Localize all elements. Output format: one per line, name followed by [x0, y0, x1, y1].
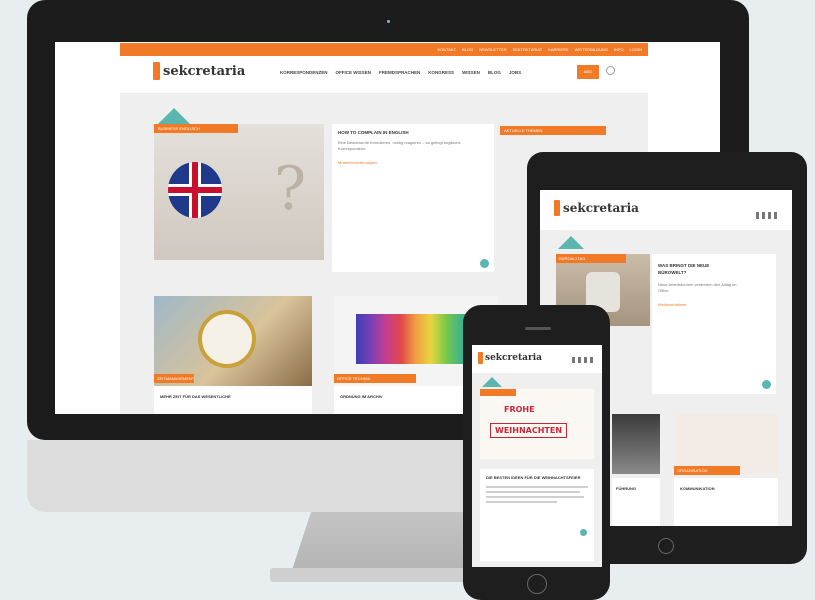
logo-icon — [478, 352, 483, 364]
nav-item[interactable]: BLOG — [488, 70, 501, 75]
nav-item[interactable]: KONGRESS — [428, 70, 454, 75]
card-tag-label: ZEITMANAGEMENT — [157, 376, 195, 381]
phone-body-lines — [480, 486, 594, 503]
imac-stand — [292, 512, 482, 570]
christmas-banner[interactable]: FROHE WEIHNACHTEN — [480, 389, 594, 459]
topbar-link[interactable]: NEWSLETTER — [479, 47, 506, 52]
logo-icon — [153, 62, 160, 80]
phone-content: FROHE WEIHNACHTEN DIE BESTEN IDEEN FÜR D… — [472, 373, 602, 567]
topbar-link[interactable]: LOGIN — [630, 47, 642, 52]
topbar-link[interactable]: WEITERBILDUNG — [575, 47, 608, 52]
site-logo[interactable]: sekcretaria — [153, 62, 245, 80]
question-mark-icon: ? — [274, 154, 307, 224]
card-caption: MEHR ZEIT FÜR DAS WESENTLICHE — [154, 386, 312, 414]
tablet-link[interactable]: Weihnachtsfeier — [658, 302, 687, 307]
uk-flag-ball — [168, 162, 222, 218]
feature-tag[interactable]: BUSINESS ENGLISCH — [154, 124, 238, 133]
tablet-logo[interactable]: sekcretaria — [554, 200, 639, 216]
abo-button[interactable]: ABO — [577, 65, 599, 79]
phone-text-card: DIE BESTEN IDEEN FÜR DIE WEIHNACHTSFEIER — [480, 469, 594, 561]
nav-item[interactable]: KORRESPONDENZEN — [280, 70, 328, 75]
tablet-tag[interactable]: BÜROALLTAG — [556, 254, 626, 263]
clock-icon — [198, 310, 256, 368]
phone-title[interactable]: DIE BESTEN IDEEN FÜR DIE WEIHNACHTSFEIER — [480, 469, 594, 483]
search-icon[interactable] — [606, 66, 615, 75]
nav-item[interactable]: JOBS — [509, 70, 521, 75]
nav-menu: KORRESPONDENZEN OFFICE WISSEN FREMDSPRAC… — [280, 70, 521, 75]
next-arrow-icon[interactable] — [480, 259, 489, 268]
tablet-home-button[interactable] — [658, 538, 674, 554]
card-title[interactable]: MEHR ZEIT FÜR DAS WESENTLICHE — [154, 386, 312, 407]
tablet-card-image[interactable] — [612, 414, 660, 474]
tablet-card-title[interactable]: KOMMUNIKATION — [674, 478, 778, 499]
phone-tag — [480, 389, 516, 396]
phone-speaker — [525, 327, 551, 330]
tablet-text-card: WAS BRINGT DIE NEUE BÜROWELT? Neue Arbei… — [652, 254, 776, 394]
main-nav: sekcretaria KORRESPONDENZEN OFFICE WISSE… — [120, 56, 648, 94]
next-arrow-icon[interactable] — [762, 380, 771, 389]
topbar-link[interactable]: KONTAKT — [437, 47, 456, 52]
abo-label: ABO — [583, 69, 593, 74]
phone-home-button[interactable] — [527, 574, 547, 594]
banner-text-1: FROHE — [504, 405, 535, 414]
tablet-card-caption: FÜHRUNG — [612, 478, 660, 526]
teal-marker-icon — [158, 108, 190, 124]
logo-icon — [554, 200, 560, 216]
topbar-link[interactable]: INFO — [614, 47, 624, 52]
feature-tag-label: BUSINESS ENGLISCH — [158, 126, 200, 131]
banner-text-2: WEIHNACHTEN — [490, 423, 568, 438]
tablet-card-tag[interactable]: ORGANISATION — [674, 466, 740, 475]
teal-marker-icon — [482, 377, 502, 387]
clock-image[interactable]: ZEITMANAGEMENT — [154, 296, 312, 386]
sidebar-tag[interactable]: AKTUELLE THEMEN — [500, 126, 606, 135]
card-tag-label: OFFICE TECHNIK — [337, 376, 371, 381]
feature-title[interactable]: HOW TO COMPLAIN IN ENGLISH — [338, 130, 409, 135]
nav-item[interactable]: OFFICE WISSEN — [336, 70, 372, 75]
nav-item[interactable]: FREMDSPRACHEN — [379, 70, 420, 75]
tablet-title[interactable]: WAS BRINGT DIE NEUE BÜROWELT? — [658, 262, 738, 276]
feature-image[interactable]: ? BUSINESS ENGLISCH — [154, 124, 324, 260]
topbar-link[interactable]: SEKTRETARIAT — [513, 47, 543, 52]
logo-text: sekcretaria — [563, 201, 639, 215]
card-tag[interactable]: OFFICE TECHNIK — [334, 374, 416, 383]
menu-icon[interactable] — [756, 212, 778, 219]
tablet-card-caption: KOMMUNIKATION — [674, 478, 778, 526]
top-bar: KONTAKT BLOG NEWSLETTER SEKTRETARIAT KAR… — [120, 43, 648, 56]
tablet-card-image[interactable]: ORGANISATION — [674, 414, 778, 475]
tablet-card-title[interactable]: FÜHRUNG — [612, 478, 660, 499]
tablet-body: Neue Arbeitsformen verändern den Alltag … — [658, 282, 737, 293]
menu-icon[interactable] — [572, 357, 594, 363]
topbar-link[interactable]: KARRIERE — [548, 47, 568, 52]
sidebar-tag-label: AKTUELLE THEMEN — [504, 128, 543, 133]
logo-text: sekcretaria — [163, 63, 246, 79]
feature-link[interactable]: Musterformulierungen — [338, 160, 377, 165]
camera-dot — [387, 20, 390, 23]
feature-body: Eine Beschwerde formulieren, richtig rea… — [338, 140, 461, 151]
nav-item[interactable]: WISSEN — [462, 70, 480, 75]
teal-marker-icon — [558, 236, 584, 249]
feature-text-card: HOW TO COMPLAIN IN ENGLISH Eine Beschwer… — [332, 124, 494, 272]
next-arrow-icon[interactable] — [580, 529, 587, 536]
phone-logo[interactable]: sekcretaria — [478, 352, 542, 364]
logo-text: sekcretaria — [485, 353, 542, 363]
tablet-tag-label: BÜROALLTAG — [559, 256, 586, 261]
card-tag[interactable]: ZEITMANAGEMENT — [154, 374, 194, 383]
colored-books — [356, 314, 476, 364]
topbar-link[interactable]: BLOG — [462, 47, 473, 52]
tablet-card-tag-label: ORGANISATION — [677, 468, 708, 473]
phone-screen: sekcretaria FROHE WEIHNACHTEN DIE BESTEN… — [472, 345, 602, 567]
